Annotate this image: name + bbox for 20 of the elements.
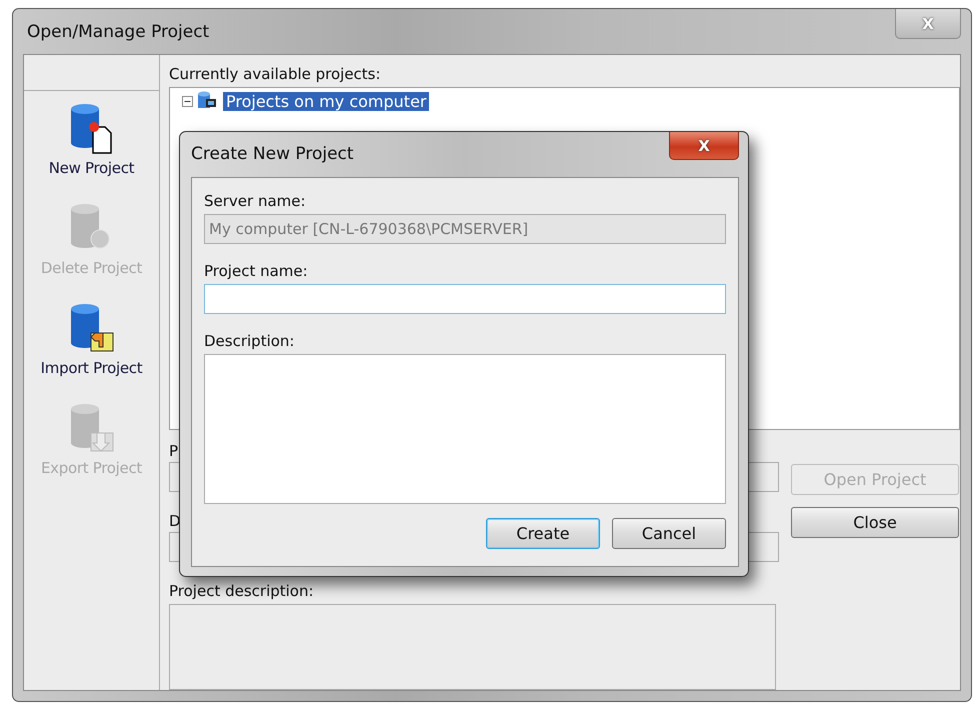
- project-description-box[interactable]: [169, 604, 776, 690]
- project-description-label: Project description:: [169, 582, 315, 600]
- field-label: Project name:: [204, 262, 309, 280]
- dialog-close-button[interactable]: X: [669, 132, 739, 160]
- project-name-field[interactable]: [204, 284, 726, 314]
- description-field[interactable]: [204, 354, 726, 504]
- collapse-icon[interactable]: [182, 96, 193, 106]
- field-label: P: [169, 442, 180, 460]
- window-title: Open/Manage Project: [27, 22, 210, 42]
- dialog-button[interactable]: Close: [791, 507, 959, 538]
- projects-label: Currently available projects:: [169, 65, 382, 83]
- sidebar-item[interactable]: Import Project: [24, 303, 159, 391]
- dialog-button[interactable]: Create: [486, 518, 600, 549]
- dialog-button[interactable]: Cancel: [612, 518, 726, 549]
- tree-item[interactable]: Projects on my computer: [223, 92, 430, 110]
- dialog-title: Create New Project: [191, 144, 354, 166]
- field-label: Description:: [204, 332, 296, 350]
- server-name-field: My computer [CN-L-6790368\PCMSERVER]: [204, 214, 726, 244]
- field-label: Server name:: [204, 192, 307, 210]
- sidebar-item[interactable]: New Project: [24, 103, 159, 191]
